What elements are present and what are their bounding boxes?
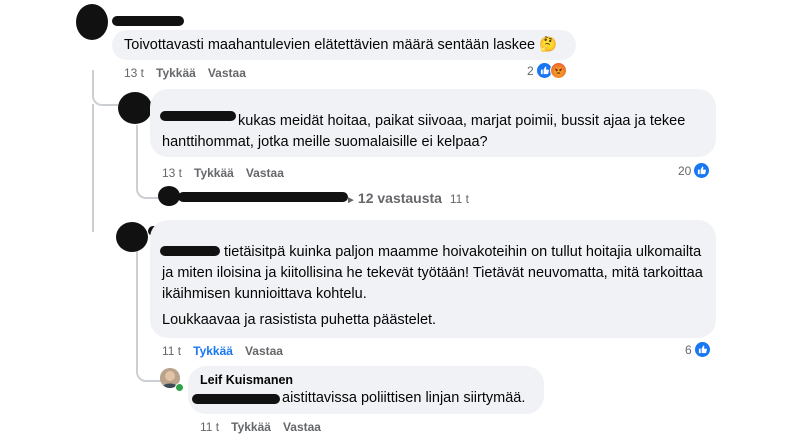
redacted-avatar	[158, 186, 180, 206]
like-icon	[693, 162, 711, 179]
redacted-replier-names	[178, 192, 348, 202]
comment-time[interactable]: 11 t	[162, 344, 181, 358]
comment-time[interactable]: 11 t	[200, 420, 219, 434]
reply-button[interactable]: Vastaa	[245, 344, 283, 358]
comment-author[interactable]: Leif Kuismanen	[200, 370, 293, 391]
reaction-count: 20	[678, 163, 692, 178]
reaction-count: 6	[685, 342, 692, 357]
comment-text: aistittavissa poliittisen linjan siirtym…	[282, 390, 526, 406]
replies-count: 12 vastausta	[357, 190, 442, 206]
comment-text: Toivottavasti maahantulevien elätettävie…	[124, 37, 558, 53]
comment-time[interactable]: 13 t	[162, 166, 182, 180]
reaction-summary[interactable]: 6	[685, 341, 711, 358]
angry-icon	[549, 62, 567, 79]
reply-button[interactable]: Vastaa	[246, 166, 284, 180]
comment-bubble: tietäisitpä kuinka paljon maamme hoivako…	[150, 220, 716, 338]
comment-text-2: Loukkaavaa ja rasistista puhetta päästel…	[162, 312, 437, 328]
thread-line	[92, 70, 118, 106]
redacted-name	[112, 16, 184, 26]
redacted-avatar	[76, 4, 108, 40]
comment-actions: 13 t Tykkää Vastaa	[162, 166, 296, 180]
replies-time: 11 t	[449, 192, 469, 206]
like-button[interactable]: Tykkää	[194, 166, 234, 180]
reaction-summary[interactable]: 20	[678, 162, 711, 179]
like-button[interactable]: Tykkää	[156, 66, 196, 80]
comment-bubble: kukas meidät hoitaa, paikat siivoaa, mar…	[150, 89, 716, 157]
comment-actions: 13 t Tykkää Vastaa	[124, 66, 258, 80]
like-button[interactable]: Tykkää	[231, 420, 271, 434]
comment-actions: 11 t Tykkää Vastaa	[200, 420, 333, 434]
reaction-count: 2	[527, 63, 534, 78]
like-icon	[693, 341, 711, 358]
chevron-right-icon: ►	[346, 195, 356, 206]
comment-actions: 11 t Tykkää Vastaa	[162, 344, 295, 358]
reaction-summary[interactable]: 2	[527, 62, 567, 79]
like-button[interactable]: Tykkää	[193, 344, 233, 358]
comment-bubble: Toivottavasti maahantulevien elätettävie…	[112, 30, 576, 60]
view-replies-link[interactable]: ► 12 vastausta 11 t	[346, 190, 469, 206]
redacted-mention	[192, 394, 280, 404]
comment-text: kukas meidät hoitaa, paikat siivoaa, mar…	[162, 113, 686, 150]
reply-button[interactable]: Vastaa	[208, 66, 246, 80]
comment-time[interactable]: 13 t	[124, 66, 144, 80]
comment-text: tietäisitpä kuinka paljon maamme hoivako…	[162, 244, 703, 302]
online-status-icon	[175, 383, 184, 392]
redacted-avatar	[116, 222, 148, 252]
comment-bubble: Leif Kuismanen aistittavissa poliittisen…	[188, 366, 544, 414]
redacted-avatar	[118, 92, 152, 124]
reply-button[interactable]: Vastaa	[283, 420, 321, 434]
thread-line	[92, 104, 94, 232]
